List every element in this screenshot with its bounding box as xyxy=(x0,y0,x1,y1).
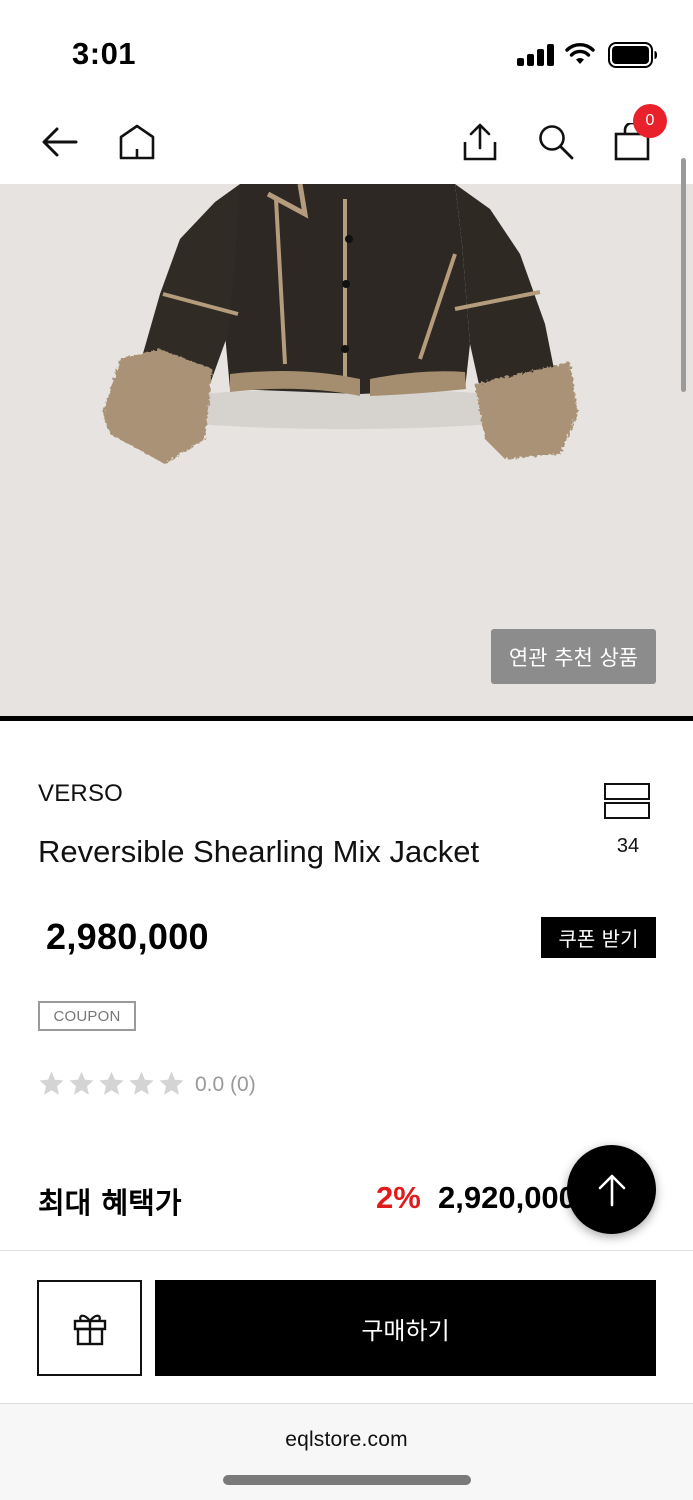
home-icon xyxy=(119,124,155,160)
cart-count-badge: 0 xyxy=(633,104,667,138)
star-icon xyxy=(159,1071,184,1095)
home-indicator[interactable] xyxy=(223,1475,471,1485)
star-icon xyxy=(99,1071,124,1095)
back-button[interactable] xyxy=(32,114,88,170)
product-name: Reversible Shearling Mix Jacket xyxy=(38,834,480,869)
scroll-indicator xyxy=(681,158,686,392)
layout-count: 34 xyxy=(616,835,640,857)
status-time: 3:01 xyxy=(72,36,137,71)
star-icon xyxy=(39,1071,64,1095)
url-text[interactable]: eqlstore.com xyxy=(0,1428,693,1452)
arrow-up-icon xyxy=(598,1174,625,1206)
status-bar: 3:01 xyxy=(0,0,693,100)
brand-name[interactable]: VERSO xyxy=(38,780,123,808)
scroll-to-top-button[interactable] xyxy=(567,1145,656,1234)
cellular-signal-icon xyxy=(517,44,555,66)
home-button[interactable] xyxy=(109,114,165,170)
max-benefit-label: 최대 혜택가 xyxy=(38,1186,182,1220)
view-layout-button[interactable] xyxy=(604,783,652,833)
layout-row-icon xyxy=(604,783,650,800)
product-price: 2,980,000 xyxy=(46,916,209,957)
search-button[interactable] xyxy=(528,114,584,170)
gift-button[interactable] xyxy=(37,1280,142,1376)
wifi-icon xyxy=(565,43,595,64)
coupon-tag: COUPON xyxy=(38,1001,136,1031)
star-icon xyxy=(69,1071,94,1095)
image-divider xyxy=(0,716,693,721)
navigation-bar xyxy=(0,100,693,184)
related-products-button[interactable]: 연관 추천 상품 xyxy=(491,629,656,684)
buy-button[interactable]: 구매하기 xyxy=(155,1280,656,1376)
share-icon xyxy=(463,123,497,161)
share-button[interactable] xyxy=(452,114,508,170)
search-icon xyxy=(539,125,574,160)
benefit-price: 2,920,000 xyxy=(438,1180,576,1215)
get-coupon-button[interactable]: 쿠폰 받기 xyxy=(541,917,656,958)
gift-icon xyxy=(73,1314,106,1346)
benefit-discount-percent: 2% xyxy=(376,1180,421,1215)
arrow-left-icon xyxy=(42,127,78,157)
star-icon xyxy=(129,1071,154,1095)
layout-row-icon xyxy=(604,802,650,819)
battery-icon xyxy=(608,42,657,68)
rating-text[interactable]: 0.0 (0) xyxy=(195,1073,256,1097)
rating-stars xyxy=(38,1070,185,1097)
